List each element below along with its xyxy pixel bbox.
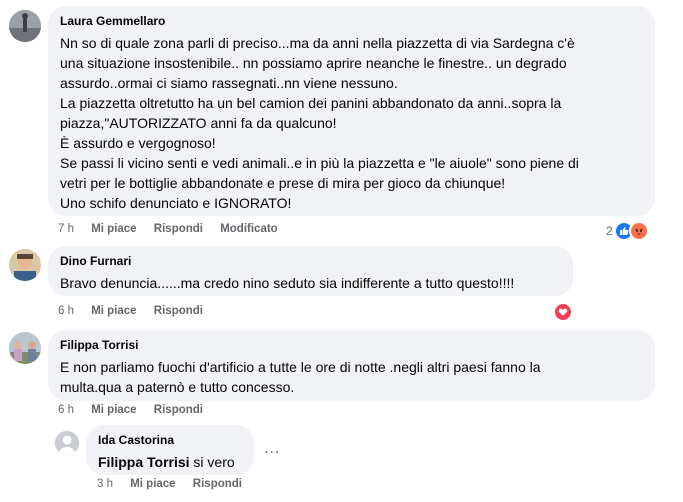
love-reaction-icon	[553, 302, 573, 322]
avatar[interactable]	[9, 332, 41, 364]
comment-line: Uno schifo denunciato e IGNORATO!	[60, 195, 292, 211]
comment-line: Nn so di quale zona parli di preciso...m…	[60, 35, 575, 51]
reply-button[interactable]: Rispondi	[154, 223, 203, 235]
comment-bubble: Dino Furnari Bravo denuncia......ma cred…	[48, 246, 573, 296]
avatar-photo	[9, 249, 41, 281]
comment-line: piazza,"AUTORIZZATO anni fa da qualcuno!	[60, 115, 337, 131]
comment-line: Se passi li vicino senti e vedi animali.…	[60, 155, 579, 171]
comment-actions: 6 h Mi piace Rispondi	[58, 305, 217, 317]
like-button[interactable]: Mi piace	[91, 223, 136, 235]
like-button[interactable]: Mi piace	[130, 478, 175, 490]
comment-time[interactable]: 3 h	[97, 478, 113, 490]
reply-text: si vero	[189, 454, 235, 470]
comment-line: una situazione insostenibile.. nn possia…	[60, 55, 567, 71]
reaction-summary[interactable]: 2	[606, 221, 649, 241]
comment-bubble: Filippa Torrisi E non parliamo fuochi d'…	[48, 330, 655, 401]
avatar[interactable]	[9, 10, 41, 42]
comment-actions: 6 h Mi piace Rispondi	[58, 404, 217, 416]
reply-bubble: Ida Castorina Filippa Torrisi si vero	[86, 425, 254, 475]
edited-label[interactable]: Modificato	[220, 223, 278, 235]
comment-line: E non parliamo fuochi d'artificio a tutt…	[60, 359, 541, 375]
reaction-count: 2	[606, 224, 613, 238]
comment-line: multa.qua a paternò e tutto concesso.	[60, 379, 295, 395]
comment-text: Nn so di quale zona parli di preciso...m…	[60, 33, 643, 213]
angry-reaction-icon	[628, 221, 649, 241]
comment-author[interactable]: Ida Castorina	[98, 433, 242, 447]
comment-author[interactable]: Filippa Torrisi	[60, 338, 643, 352]
comment-text: Filippa Torrisi si vero	[98, 452, 242, 472]
like-button[interactable]: Mi piace	[91, 305, 136, 317]
like-button[interactable]: Mi piace	[91, 404, 136, 416]
comment-author[interactable]: Laura Gemmellaro	[60, 14, 643, 28]
avatar[interactable]	[9, 249, 41, 281]
comment-line: La piazzetta oltretutto ha un bel camion…	[60, 95, 562, 111]
comment-line: Bravo denuncia......ma credo nino seduto…	[60, 275, 515, 291]
more-options-button[interactable]: ...	[264, 440, 280, 458]
comment-line: assurdo..ormai ci siamo rassegnati..nn v…	[60, 75, 398, 91]
reply-button[interactable]: Rispondi	[193, 478, 242, 490]
comment-time[interactable]: 6 h	[58, 305, 74, 317]
reply-button[interactable]: Rispondi	[154, 404, 203, 416]
default-avatar-icon	[55, 431, 79, 455]
avatar-photo	[9, 10, 41, 42]
comment-actions: 3 h Mi piace Rispondi	[97, 478, 256, 490]
comment-author[interactable]: Dino Furnari	[60, 254, 561, 268]
comment-time[interactable]: 6 h	[58, 404, 74, 416]
reaction-summary[interactable]	[553, 302, 573, 322]
comment-text: Bravo denuncia......ma credo nino seduto…	[60, 273, 561, 293]
comment-actions: 7 h Mi piace Rispondi Modificato	[58, 223, 292, 235]
comment-line: Filippa Torrisi si vero	[98, 452, 242, 472]
mention-link[interactable]: Filippa Torrisi	[98, 454, 190, 470]
comment-text: E non parliamo fuochi d'artificio a tutt…	[60, 357, 643, 397]
avatar-photo	[9, 332, 41, 364]
comment-line: È assurdo e vergognoso!	[60, 135, 216, 151]
comment-time[interactable]: 7 h	[58, 223, 74, 235]
comment-line: vetri per le bottiglie abbandonate e pre…	[60, 175, 506, 191]
reply-button[interactable]: Rispondi	[154, 305, 203, 317]
avatar[interactable]	[55, 431, 79, 455]
comment-bubble: Laura Gemmellaro Nn so di quale zona par…	[48, 6, 655, 216]
